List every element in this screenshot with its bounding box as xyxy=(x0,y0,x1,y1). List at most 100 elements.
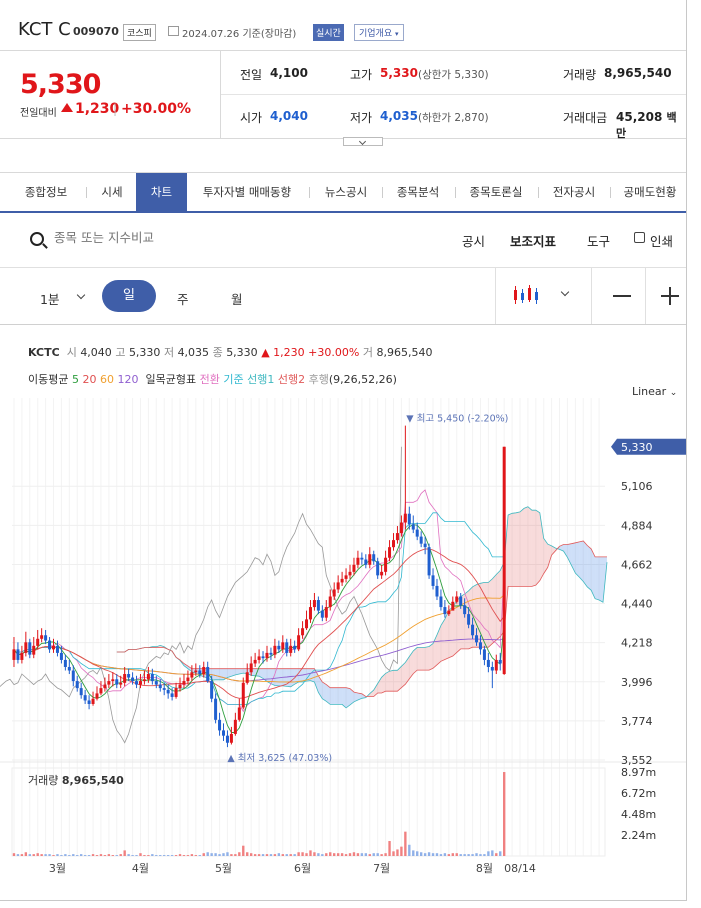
volume-bar xyxy=(439,854,443,856)
candle-body xyxy=(277,645,281,650)
ichimoku-cloud xyxy=(219,668,224,680)
candle-body xyxy=(146,674,150,680)
volume-bar xyxy=(396,849,399,856)
ichimoku-cloud xyxy=(587,545,592,591)
volume-bar xyxy=(91,854,95,856)
volume-bar xyxy=(115,855,118,856)
volume-bar xyxy=(64,854,67,856)
candle-body xyxy=(395,533,399,541)
candle-body xyxy=(67,666,71,671)
volume-bar xyxy=(44,854,47,856)
candle-body xyxy=(297,635,301,650)
candle-body xyxy=(352,564,356,572)
volume-bar xyxy=(348,853,352,856)
candle-body xyxy=(52,645,56,650)
candle-body xyxy=(63,659,67,667)
candle-body xyxy=(340,578,344,583)
candle-body xyxy=(59,652,63,660)
ichimoku-cloud xyxy=(535,510,540,586)
volume-bar xyxy=(56,854,59,856)
candle-body xyxy=(305,619,309,629)
candle-body xyxy=(285,642,289,653)
ichimoku-cloud xyxy=(523,506,528,587)
volume-bar xyxy=(368,854,371,856)
volume-bar xyxy=(388,841,391,856)
volume-bar xyxy=(491,850,494,856)
volume-bar xyxy=(443,853,447,856)
volume-bar xyxy=(412,850,415,856)
volume-tick-label: 2.24m xyxy=(621,829,656,842)
ichimoku-cloud xyxy=(599,556,604,603)
volume-bar xyxy=(24,852,28,856)
volume-bar xyxy=(210,853,213,856)
candle-body xyxy=(257,656,261,660)
ichimoku-cloud xyxy=(421,647,426,671)
volume-bar xyxy=(218,854,221,856)
candle-body xyxy=(24,642,28,653)
candle-body xyxy=(388,547,392,558)
volume-bar xyxy=(423,853,427,856)
candle-body xyxy=(471,624,475,636)
candle-body xyxy=(360,557,364,560)
volume-bar xyxy=(257,854,261,856)
volume-bar xyxy=(384,853,387,856)
candle-body xyxy=(186,677,190,682)
candle-body xyxy=(455,596,459,602)
candle-body xyxy=(308,607,312,620)
ichimoku-cloud xyxy=(512,512,517,587)
candle-body xyxy=(403,513,407,523)
volume-bar xyxy=(503,772,506,856)
volume-bar xyxy=(273,854,277,856)
volume-bar xyxy=(166,855,170,856)
volume-bar xyxy=(336,853,340,856)
volume-bar xyxy=(40,854,43,856)
candle-body xyxy=(131,677,135,682)
candle-body xyxy=(486,659,490,667)
volume-bar xyxy=(139,853,142,856)
volume-bar xyxy=(174,855,178,856)
volume-bar xyxy=(329,852,332,856)
candle-body xyxy=(494,659,498,671)
y-tick-label: 3,774 xyxy=(621,715,653,728)
volume-bar xyxy=(499,851,502,856)
volume-bar xyxy=(352,852,356,856)
candle-body xyxy=(289,645,293,653)
volume-bar xyxy=(48,854,51,856)
volume-bar xyxy=(20,854,24,856)
candle-body xyxy=(127,674,131,678)
ichimoku-cloud xyxy=(330,687,335,705)
volume-bar xyxy=(123,850,126,856)
ichimoku-cloud xyxy=(520,508,524,587)
candle-body xyxy=(261,656,265,659)
y-tick-label: 4,218 xyxy=(621,637,653,650)
volume-bar xyxy=(269,854,273,856)
candle-body xyxy=(162,688,166,690)
volume-bar xyxy=(60,855,63,856)
candle-body xyxy=(83,695,87,701)
candle-body xyxy=(55,645,59,653)
x-tick-label: 8월 xyxy=(476,862,493,875)
candle-body xyxy=(36,638,40,646)
volume-bar xyxy=(487,851,490,856)
candle-body xyxy=(356,557,360,565)
ichimoku-cloud xyxy=(484,582,489,648)
candle-body xyxy=(44,635,48,641)
volume-bar xyxy=(111,855,114,856)
volume-bar xyxy=(376,853,379,856)
candle-body xyxy=(324,607,328,618)
candle-body xyxy=(237,707,241,720)
price-chart[interactable]: 5,1064,8844,6624,4404,2183,9963,7743,552… xyxy=(0,0,686,900)
volume-bar xyxy=(155,855,158,856)
x-tick-label: 6월 xyxy=(294,862,311,875)
ichimoku-cloud xyxy=(492,574,497,644)
candle-body xyxy=(222,730,226,736)
volume-bar xyxy=(190,854,194,856)
volume-bar xyxy=(202,853,205,856)
app-frame: KCT C 009070 코스피 2024.07.26 기준(장마감) 실시간 … xyxy=(0,0,687,901)
ichimoku-cloud xyxy=(508,513,513,587)
candle-body xyxy=(12,649,16,660)
ichimoku-cloud xyxy=(448,606,453,658)
ichimoku-cloud xyxy=(531,510,536,587)
candle-body xyxy=(467,614,471,625)
candle-body xyxy=(32,645,36,655)
